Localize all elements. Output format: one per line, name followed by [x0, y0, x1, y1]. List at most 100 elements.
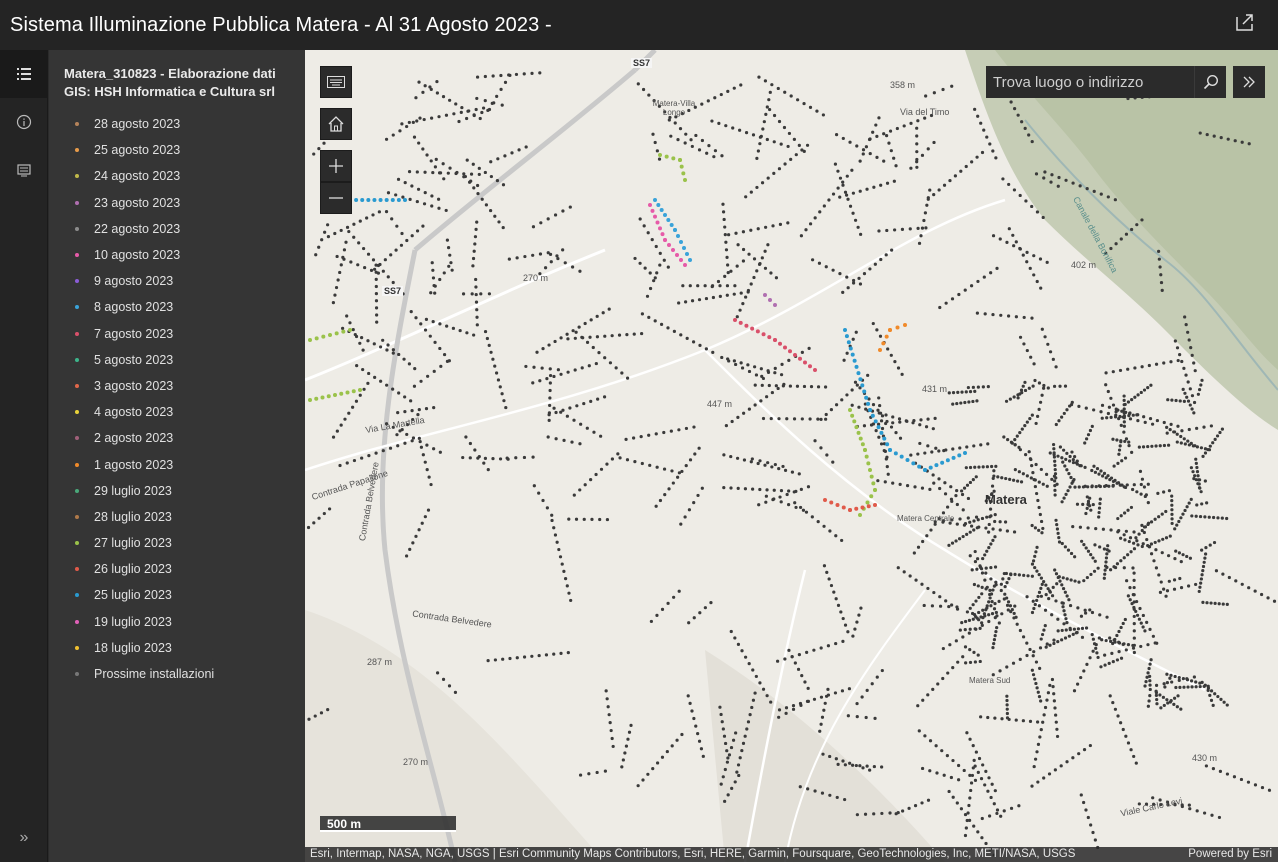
- streetlight-point: [651, 767, 655, 771]
- streetlight-point: [975, 567, 979, 571]
- installed-light-point: [685, 252, 689, 256]
- streetlight-point: [1035, 279, 1039, 284]
- streetlight-point: [1018, 335, 1023, 339]
- zoom-in-button[interactable]: [320, 150, 352, 182]
- streetlight-point: [972, 528, 976, 532]
- streetlight-point: [1085, 187, 1089, 191]
- streetlight-point: [1134, 761, 1138, 765]
- streetlight-point: [1071, 458, 1075, 462]
- streetlight-point: [1006, 600, 1011, 604]
- streetlight-point: [454, 102, 458, 106]
- installed-light-point: [823, 498, 827, 502]
- streetlight-point: [581, 336, 585, 340]
- streetlight-point: [920, 766, 925, 771]
- streetlight-point: [721, 775, 725, 779]
- streetlight-point: [964, 390, 968, 394]
- streetlight-point: [1075, 630, 1079, 635]
- streetlight-point: [993, 634, 997, 638]
- share-icon[interactable]: [1234, 11, 1256, 33]
- streetlight-point: [1123, 439, 1127, 444]
- streetlight-point: [554, 410, 558, 415]
- streetlight-point: [541, 498, 545, 503]
- streetlight-point: [1155, 418, 1159, 423]
- info-button[interactable]: [0, 98, 48, 146]
- streetlight-point: [760, 181, 765, 185]
- streetlight-point: [1010, 607, 1014, 612]
- streetlight-point: [920, 582, 924, 586]
- keyboard-button[interactable]: [320, 66, 352, 98]
- search-icon: [1203, 74, 1218, 90]
- streetlight-point: [793, 501, 797, 505]
- streetlight-point: [1126, 741, 1131, 745]
- expand-button[interactable]: [1233, 66, 1265, 98]
- streetlight-point: [1082, 579, 1086, 583]
- streetlight-point: [1031, 654, 1035, 658]
- streetlight-point: [684, 132, 688, 136]
- streetlight-point: [823, 701, 827, 705]
- streetlight-point: [689, 138, 693, 142]
- streetlight-point: [1029, 457, 1033, 462]
- streetlight-point: [345, 225, 350, 229]
- streetlight-point: [438, 346, 442, 351]
- legend-button[interactable]: [0, 50, 48, 98]
- streetlight-point: [926, 417, 930, 421]
- streetlight-point: [444, 208, 448, 213]
- search-button[interactable]: [1194, 66, 1226, 98]
- streetlight-point: [729, 486, 733, 490]
- streetlight-point: [711, 350, 715, 354]
- streetlight-point: [1060, 456, 1064, 460]
- streetlight-point: [1190, 394, 1195, 398]
- streetlight-point: [875, 155, 879, 159]
- streetlight-point: [970, 568, 974, 572]
- expand-rail-button[interactable]: »: [0, 826, 48, 850]
- streetlight-point: [553, 533, 558, 537]
- streetlight-point: [326, 235, 331, 239]
- streetlight-point: [1173, 696, 1177, 700]
- streetlight-point: [971, 617, 975, 621]
- streetlight-point: [992, 469, 996, 473]
- streetlight-point: [821, 113, 825, 117]
- zoom-out-button[interactable]: [320, 182, 352, 214]
- streetlight-point: [568, 406, 572, 410]
- streetlight-point: [1097, 510, 1101, 515]
- streetlight-point: [338, 463, 342, 468]
- streetlight-point: [880, 426, 885, 431]
- streetlight-point: [1064, 178, 1068, 182]
- streetlight-point: [1101, 474, 1105, 478]
- streetlight-point: [1173, 339, 1177, 343]
- legend-item: 4 agosto 2023: [75, 399, 305, 425]
- streetlight-point: [655, 613, 659, 617]
- streetlight-point: [976, 557, 980, 561]
- streetlight-point: [1259, 592, 1264, 597]
- streetlight-point: [1183, 442, 1187, 446]
- search-input[interactable]: [986, 66, 1194, 98]
- streetlight-point: [1106, 544, 1110, 548]
- map-view[interactable]: SS7 Matera-Villa Longo 358 m Via del Tim…: [305, 50, 1278, 862]
- streetlight-point: [1119, 514, 1123, 518]
- streetlight-point: [736, 642, 741, 646]
- streetlight-point: [1200, 680, 1204, 684]
- streetlight-point: [763, 79, 768, 83]
- streetlight-point: [1037, 528, 1041, 532]
- streetlight-point: [391, 280, 395, 285]
- powered-by-link[interactable]: Powered by Esri: [1188, 847, 1272, 862]
- installed-light-point: [928, 465, 933, 470]
- streetlight-point: [673, 121, 677, 125]
- streetlight-point: [1083, 608, 1087, 612]
- home-button[interactable]: [320, 108, 352, 140]
- streetlight-point: [1135, 599, 1139, 604]
- streetlight-point: [432, 406, 436, 410]
- streetlight-point: [1181, 387, 1185, 391]
- streetlight-point: [979, 567, 984, 571]
- streetlight-point: [1036, 780, 1040, 784]
- streetlight-point: [1119, 440, 1123, 444]
- streetlight-point: [1037, 604, 1041, 608]
- installed-light-point: [866, 504, 871, 509]
- streetlight-point: [727, 359, 731, 363]
- installed-light-point: [671, 156, 676, 161]
- streetlight-point: [1140, 218, 1144, 222]
- details-button[interactable]: [0, 146, 48, 194]
- streetlight-point: [1104, 560, 1108, 564]
- streetlight-point: [514, 72, 519, 77]
- streetlight-point: [722, 734, 727, 738]
